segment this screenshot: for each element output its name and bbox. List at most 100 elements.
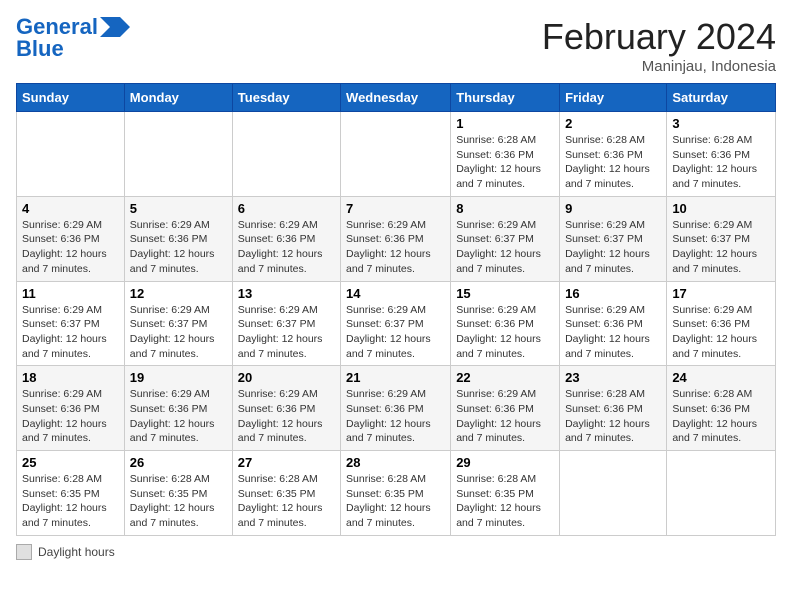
- day-number: 27: [238, 455, 335, 470]
- day-number: 19: [130, 370, 227, 385]
- day-detail: Sunrise: 6:29 AM Sunset: 6:36 PM Dayligh…: [456, 387, 554, 446]
- calendar-table: SundayMondayTuesdayWednesdayThursdayFrid…: [16, 83, 776, 536]
- day-number: 15: [456, 286, 554, 301]
- day-detail: Sunrise: 6:28 AM Sunset: 6:35 PM Dayligh…: [22, 472, 119, 531]
- calendar-cell: 22 Sunrise: 6:29 AM Sunset: 6:36 PM Dayli…: [451, 366, 560, 451]
- day-detail: Sunrise: 6:28 AM Sunset: 6:36 PM Dayligh…: [456, 133, 554, 192]
- day-detail: Sunrise: 6:29 AM Sunset: 6:36 PM Dayligh…: [130, 387, 227, 446]
- calendar-cell: 13 Sunrise: 6:29 AM Sunset: 6:37 PM Dayli…: [232, 281, 340, 366]
- month-title: February 2024: [542, 16, 776, 58]
- day-detail: Sunrise: 6:29 AM Sunset: 6:37 PM Dayligh…: [456, 218, 554, 277]
- day-number: 2: [565, 116, 661, 131]
- logo-text: General: [16, 16, 98, 38]
- day-number: 8: [456, 201, 554, 216]
- day-number: 16: [565, 286, 661, 301]
- logo-blue-text: Blue: [16, 38, 64, 60]
- calendar-cell: 17 Sunrise: 6:29 AM Sunset: 6:36 PM Dayli…: [667, 281, 776, 366]
- logo-arrow-icon: [100, 17, 130, 37]
- day-detail: Sunrise: 6:28 AM Sunset: 6:36 PM Dayligh…: [565, 133, 661, 192]
- day-number: 28: [346, 455, 445, 470]
- day-header-friday: Friday: [560, 84, 667, 112]
- day-number: 20: [238, 370, 335, 385]
- day-number: 4: [22, 201, 119, 216]
- calendar-cell: 29 Sunrise: 6:28 AM Sunset: 6:35 PM Dayli…: [451, 451, 560, 536]
- calendar-cell: 28Sunrise: 6:28 AM Sunset: 6:35 PM Dayli…: [341, 451, 451, 536]
- legend-label: Daylight hours: [38, 545, 115, 559]
- calendar-cell: [232, 112, 340, 197]
- day-detail: Sunrise: 6:29 AM Sunset: 6:37 PM Dayligh…: [346, 303, 445, 362]
- day-number: 22: [456, 370, 554, 385]
- day-number: 25: [22, 455, 119, 470]
- day-number: 26: [130, 455, 227, 470]
- calendar-cell: 14Sunrise: 6:29 AM Sunset: 6:37 PM Dayli…: [341, 281, 451, 366]
- day-number: 21: [346, 370, 445, 385]
- calendar-cell: 11 Sunrise: 6:29 AM Sunset: 6:37 PM Dayli…: [17, 281, 125, 366]
- day-number: 12: [130, 286, 227, 301]
- day-detail: Sunrise: 6:29 AM Sunset: 6:36 PM Dayligh…: [565, 303, 661, 362]
- day-detail: Sunrise: 6:28 AM Sunset: 6:35 PM Dayligh…: [130, 472, 227, 531]
- day-detail: Sunrise: 6:28 AM Sunset: 6:36 PM Dayligh…: [672, 133, 770, 192]
- logo: General Blue: [16, 16, 130, 60]
- day-number: 7: [346, 201, 445, 216]
- day-header-sunday: Sunday: [17, 84, 125, 112]
- day-detail: Sunrise: 6:28 AM Sunset: 6:35 PM Dayligh…: [238, 472, 335, 531]
- calendar-cell: 24 Sunrise: 6:28 AM Sunset: 6:36 PM Dayli…: [667, 366, 776, 451]
- day-detail: Sunrise: 6:28 AM Sunset: 6:35 PM Dayligh…: [456, 472, 554, 531]
- day-detail: Sunrise: 6:29 AM Sunset: 6:37 PM Dayligh…: [130, 303, 227, 362]
- calendar-cell: 27 Sunrise: 6:28 AM Sunset: 6:35 PM Dayli…: [232, 451, 340, 536]
- calendar-cell: 8 Sunrise: 6:29 AM Sunset: 6:37 PM Daylig…: [451, 196, 560, 281]
- day-number: 1: [456, 116, 554, 131]
- calendar-cell: 26 Sunrise: 6:28 AM Sunset: 6:35 PM Dayli…: [124, 451, 232, 536]
- calendar-cell: 3 Sunrise: 6:28 AM Sunset: 6:36 PM Daylig…: [667, 112, 776, 197]
- calendar-cell: 18 Sunrise: 6:29 AM Sunset: 6:36 PM Dayli…: [17, 366, 125, 451]
- calendar-cell: 19 Sunrise: 6:29 AM Sunset: 6:36 PM Dayli…: [124, 366, 232, 451]
- calendar-cell: 16 Sunrise: 6:29 AM Sunset: 6:36 PM Dayli…: [560, 281, 667, 366]
- legend-box: [16, 544, 32, 560]
- calendar-cell: 21 Sunrise: 6:29 AM Sunset: 6:36 PM Dayli…: [341, 366, 451, 451]
- day-detail: Sunrise: 6:29 AM Sunset: 6:36 PM Dayligh…: [456, 303, 554, 362]
- day-number: 6: [238, 201, 335, 216]
- day-number: 10: [672, 201, 770, 216]
- day-number: 23: [565, 370, 661, 385]
- day-number: 13: [238, 286, 335, 301]
- day-number: 17: [672, 286, 770, 301]
- calendar-cell: 2 Sunrise: 6:28 AM Sunset: 6:36 PM Daylig…: [560, 112, 667, 197]
- day-number: 3: [672, 116, 770, 131]
- day-detail: Sunrise: 6:29 AM Sunset: 6:36 PM Dayligh…: [238, 218, 335, 277]
- calendar-cell: 20Sunrise: 6:29 AM Sunset: 6:36 PM Dayli…: [232, 366, 340, 451]
- calendar-cell: [560, 451, 667, 536]
- calendar-cell: 4 Sunrise: 6:29 AM Sunset: 6:36 PM Daylig…: [17, 196, 125, 281]
- day-number: 11: [22, 286, 119, 301]
- calendar-cell: [667, 451, 776, 536]
- day-detail: Sunrise: 6:29 AM Sunset: 6:36 PM Dayligh…: [22, 387, 119, 446]
- day-header-tuesday: Tuesday: [232, 84, 340, 112]
- day-detail: Sunrise: 6:29 AM Sunset: 6:36 PM Dayligh…: [22, 218, 119, 277]
- day-detail: Sunrise: 6:29 AM Sunset: 6:37 PM Dayligh…: [22, 303, 119, 362]
- day-number: 5: [130, 201, 227, 216]
- day-header-monday: Monday: [124, 84, 232, 112]
- day-detail: Sunrise: 6:29 AM Sunset: 6:37 PM Dayligh…: [672, 218, 770, 277]
- calendar-cell: 10 Sunrise: 6:29 AM Sunset: 6:37 PM Dayli…: [667, 196, 776, 281]
- day-detail: Sunrise: 6:28 AM Sunset: 6:36 PM Dayligh…: [565, 387, 661, 446]
- calendar-cell: [124, 112, 232, 197]
- day-detail: Sunrise: 6:29 AM Sunset: 6:36 PM Dayligh…: [672, 303, 770, 362]
- day-header-thursday: Thursday: [451, 84, 560, 112]
- page-header: General Blue February 2024 Maninjau, Ind…: [16, 16, 776, 75]
- day-header-wednesday: Wednesday: [341, 84, 451, 112]
- day-header-saturday: Saturday: [667, 84, 776, 112]
- day-number: 24: [672, 370, 770, 385]
- day-number: 29: [456, 455, 554, 470]
- calendar-cell: 5Sunrise: 6:29 AM Sunset: 6:36 PM Daylig…: [124, 196, 232, 281]
- day-detail: Sunrise: 6:29 AM Sunset: 6:37 PM Dayligh…: [238, 303, 335, 362]
- day-detail: Sunrise: 6:28 AM Sunset: 6:36 PM Dayligh…: [672, 387, 770, 446]
- calendar-cell: 1 Sunrise: 6:28 AM Sunset: 6:36 PM Daylig…: [451, 112, 560, 197]
- location: Maninjau, Indonesia: [542, 58, 776, 75]
- calendar-cell: [17, 112, 125, 197]
- day-detail: Sunrise: 6:29 AM Sunset: 6:36 PM Dayligh…: [346, 218, 445, 277]
- day-detail: Sunrise: 6:29 AM Sunset: 6:37 PM Dayligh…: [565, 218, 661, 277]
- calendar-cell: 12 Sunrise: 6:29 AM Sunset: 6:37 PM Dayli…: [124, 281, 232, 366]
- calendar-cell: 9Sunrise: 6:29 AM Sunset: 6:37 PM Daylig…: [560, 196, 667, 281]
- day-number: 18: [22, 370, 119, 385]
- footer-legend: Daylight hours: [16, 544, 776, 560]
- day-detail: Sunrise: 6:29 AM Sunset: 6:36 PM Dayligh…: [346, 387, 445, 446]
